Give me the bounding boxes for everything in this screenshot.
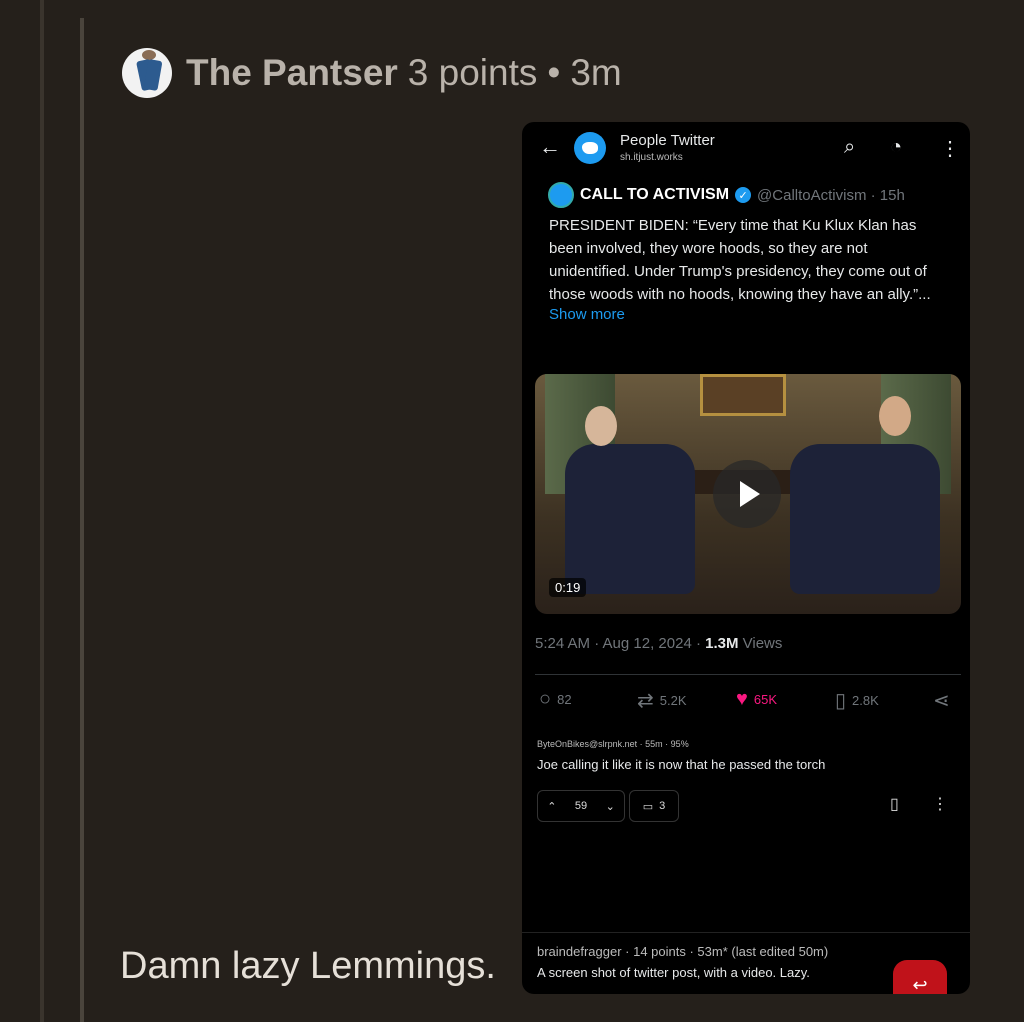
upvote-icon[interactable]: ⌃: [547, 800, 556, 813]
replies-count: 3: [659, 800, 666, 812]
person-left: [565, 444, 695, 594]
like-action[interactable]: ♥ 65K: [736, 688, 777, 711]
bookmark-icon: ▯: [835, 690, 847, 712]
retweet-action[interactable]: ⇄ 5.2K: [637, 688, 687, 713]
downvote-icon[interactable]: ⌄: [606, 800, 615, 813]
tweet-actions: ○ 82 ⇄ 5.2K ♥ 65K ▯ 2.8K ⋖: [535, 688, 961, 718]
bottom-comment-meta: braindefragger · 14 points · 53m* (last …: [537, 944, 829, 959]
community-host: sh.itjust.works: [620, 152, 683, 163]
lemmy-comment-meta: ByteOnBikes@slrpnk.net · 55m · 95%: [537, 739, 689, 749]
community-name[interactable]: People Twitter: [620, 132, 715, 149]
arrow-left-icon[interactable]: ←: [539, 134, 561, 160]
comment-header: The Pantser 3 points • 3m: [122, 47, 632, 99]
retweet-icon: ⇄: [637, 690, 654, 712]
community-icon: [574, 132, 606, 164]
tweet-avatar: [548, 182, 574, 208]
views-count: 1.3M: [705, 635, 739, 652]
bottom-comment: braindefragger · 14 points · 53m* (last …: [537, 944, 828, 980]
comment-body: Damn lazy Lemmings.: [120, 945, 496, 987]
play-button[interactable]: [713, 460, 781, 528]
bookmark-action[interactable]: ▯ 2.8K: [835, 688, 879, 713]
lemmy-comment: ByteOnBikes@slrpnk.net · 55m · 95% Joe c…: [537, 739, 957, 772]
divider: [522, 932, 970, 933]
thread-line-outer: [40, 0, 44, 1022]
views-label: Views: [738, 635, 783, 652]
play-icon: [740, 481, 760, 507]
heart-icon: ♥: [736, 688, 748, 710]
bookmark-count: 2.8K: [852, 693, 879, 708]
face-left: [585, 406, 617, 446]
lemmy-comment-text: Joe calling it like it is now that he pa…: [537, 757, 826, 772]
tweet-timestamp: 5:24 AM · Aug 12, 2024 ·: [535, 635, 706, 652]
divider: [535, 674, 961, 675]
bird-icon: [582, 142, 598, 154]
tweet: CALL TO ACTIVISM ✓ @CalltoActivism · 15h…: [534, 180, 962, 323]
avatar[interactable]: [122, 48, 172, 98]
verified-icon: ✓: [735, 187, 752, 203]
reply-fab[interactable]: ↩: [893, 960, 947, 994]
vote-count: 59: [574, 800, 588, 812]
like-count: 65K: [753, 692, 778, 707]
bookmark-icon[interactable]: ▯: [890, 794, 899, 814]
comment-time: 3m: [570, 52, 622, 93]
tweet-meta: 5:24 AM · Aug 12, 2024 · 1.3M Views: [535, 635, 782, 652]
thread-line-inner: [80, 18, 84, 1022]
video-duration: 0:19: [549, 578, 587, 597]
replies-button[interactable]: ▭ 3: [629, 790, 679, 822]
comment-icon: ▭: [642, 800, 654, 813]
tweet-display-name: CALL TO ACTIVISM: [580, 186, 730, 203]
tweet-handle-time: @CalltoActivism · 15h: [757, 186, 905, 204]
share-action[interactable]: ⋖: [933, 688, 956, 713]
retweet-count: 5.2K: [659, 693, 687, 708]
share-icon: ⋖: [933, 690, 950, 712]
app-bar: ← People Twitter sh.itjust.works ⌕ ◔ ⋮: [522, 122, 970, 174]
reply-action[interactable]: ○ 82: [539, 688, 572, 711]
picture-frame: [700, 374, 786, 416]
more-vertical-icon[interactable]: ⋮: [940, 136, 960, 161]
reply-icon: ↩: [912, 974, 928, 995]
sort-icon[interactable]: ◔: [890, 136, 902, 159]
bottom-comment-text: A screen shot of twitter post, with a vi…: [537, 965, 810, 980]
person-right: [790, 444, 940, 594]
comment-points: 3 points: [407, 52, 538, 93]
tweet-body: PRESIDENT BIDEN: “Every time that Ku Klu…: [549, 217, 931, 303]
tweet-header: CALL TO ACTIVISM ✓ @CalltoActivism · 15h: [534, 180, 962, 210]
vote-control: ⌃ 59 ⌄: [537, 790, 625, 822]
search-icon[interactable]: ⌕: [844, 136, 855, 159]
avatar-head: [142, 50, 156, 60]
video-thumbnail[interactable]: 0:19: [535, 374, 961, 614]
comment-separator: •: [547, 52, 561, 93]
embedded-screenshot[interactable]: ← People Twitter sh.itjust.works ⌕ ◔ ⋮ C…: [522, 122, 970, 994]
comment-icon: ○: [539, 688, 552, 710]
face-right: [879, 396, 911, 436]
more-vertical-icon[interactable]: ⋮: [932, 794, 948, 814]
comment-author[interactable]: The Pantser: [186, 52, 398, 94]
show-more-link[interactable]: Show more: [549, 306, 962, 323]
reply-count: 82: [557, 692, 572, 707]
